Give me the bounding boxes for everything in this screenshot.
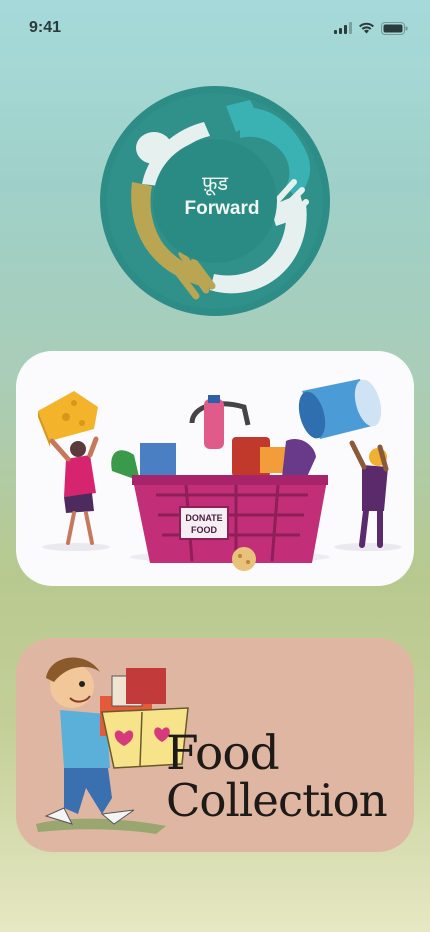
donate-food-illustration: DONATE FOOD	[38, 379, 402, 571]
collection-title-line2: Collection	[166, 774, 388, 827]
food-collection-card[interactable]: Food Collection	[16, 638, 414, 852]
donate-label-line2: FOOD	[191, 525, 217, 535]
logo-devanagari-text: फ़ूड	[202, 171, 228, 196]
status-time: 9:41	[29, 19, 62, 36]
logo-brand-text: Forward	[185, 198, 260, 219]
donate-label-line1: DONATE	[185, 513, 222, 523]
status-bar: 9:41	[0, 0, 430, 56]
battery-icon	[381, 21, 408, 35]
logo-emblem-icon: फ़ूड Forward	[100, 86, 330, 316]
collection-title-line1: Food	[166, 726, 280, 781]
donate-food-card[interactable]: DONATE FOOD	[16, 351, 414, 586]
donation-basket: DONATE FOOD	[111, 395, 328, 571]
wifi-icon	[359, 22, 374, 34]
woman-with-cheese	[38, 391, 99, 545]
cellular-signal-icon	[334, 22, 352, 34]
status-icons	[334, 21, 408, 35]
food-forward-logo: फ़ूड Forward	[100, 86, 330, 316]
